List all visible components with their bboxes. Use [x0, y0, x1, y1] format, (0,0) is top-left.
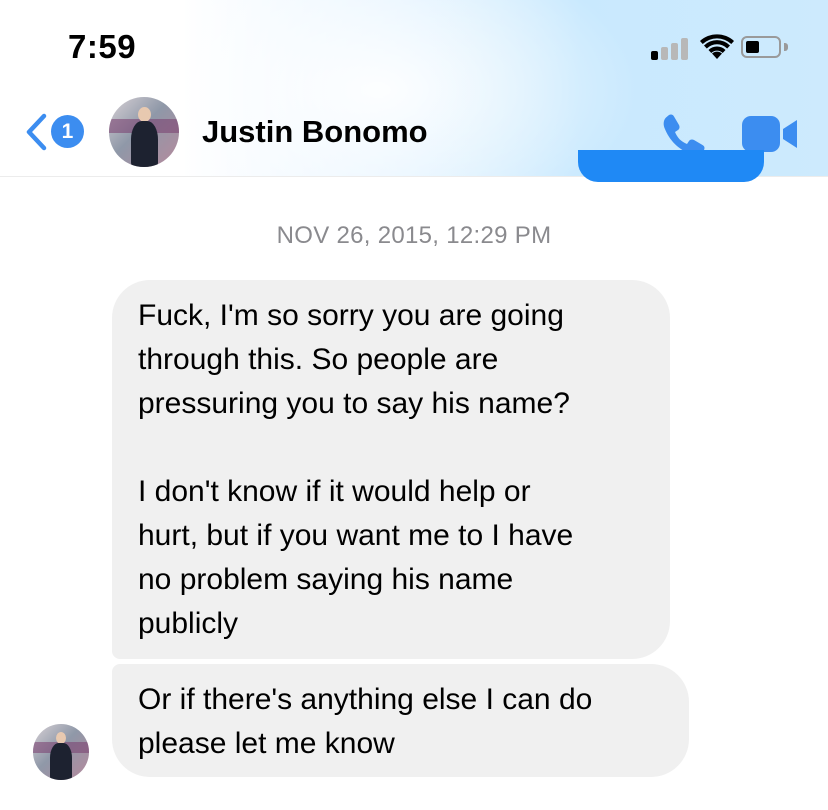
- conversation-timestamp: NOV 26, 2015, 12:29 PM: [276, 222, 552, 249]
- sender-avatar[interactable]: [33, 724, 89, 780]
- chevron-left-icon[interactable]: [24, 113, 48, 151]
- battery-nub: [784, 43, 788, 51]
- cellular-signal-icon: [651, 36, 691, 60]
- video-camera-icon[interactable]: [742, 116, 800, 152]
- contact-name[interactable]: Justin Bonomo: [202, 114, 428, 150]
- unread-count-badge[interactable]: 1: [51, 115, 84, 148]
- previous-message-bubble-edge: [578, 150, 764, 182]
- wifi-icon: [700, 34, 734, 59]
- message-bubble[interactable]: Fuck, I'm so sorry you are going through…: [112, 280, 670, 659]
- message-bubble[interactable]: Or if there's anything else I can do ple…: [112, 664, 689, 777]
- status-bar-time: 7:59: [68, 28, 137, 65]
- battery-icon: [741, 36, 781, 58]
- contact-avatar[interactable]: [109, 97, 179, 167]
